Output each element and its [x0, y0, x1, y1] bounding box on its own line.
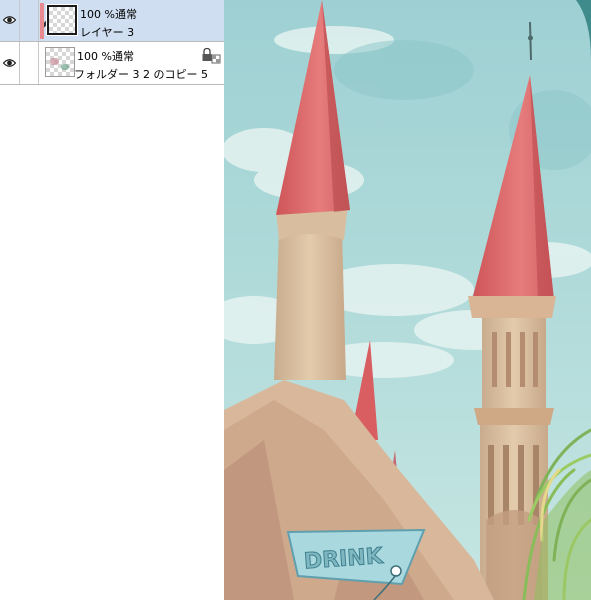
lock-icon[interactable] [201, 47, 221, 64]
eye-icon [3, 16, 16, 24]
layer-row-folder-copy[interactable]: 100 %通常 フォルダー 3 2 のコピー 5 [0, 42, 224, 85]
illustration: DRINK [224, 0, 591, 600]
visibility-toggle[interactable] [0, 42, 20, 84]
visibility-toggle[interactable] [0, 0, 20, 41]
layer-row-layer-3[interactable]: 100 %通常 レイヤー 3 [0, 0, 224, 42]
layer-name: レイヤー 3 [80, 26, 135, 39]
edit-target-toggle[interactable] [19, 42, 39, 84]
layer-color-tag [40, 3, 44, 39]
layer-thumbnail [45, 47, 75, 77]
canvas-area[interactable]: DRINK [224, 0, 591, 600]
eye-icon [3, 59, 16, 67]
layer-panel: 100 %通常 レイヤー 3 100 %通常 フォルダー 3 2 のコピー 5 [0, 0, 224, 600]
layer-thumbnail [46, 4, 78, 36]
layer-opacity-blend: 100 %通常 [80, 8, 137, 21]
layer-opacity-blend: 100 %通常 [77, 50, 134, 63]
edit-target-toggle[interactable] [19, 0, 54, 41]
layer-name: フォルダー 3 2 のコピー 5 [74, 68, 208, 81]
